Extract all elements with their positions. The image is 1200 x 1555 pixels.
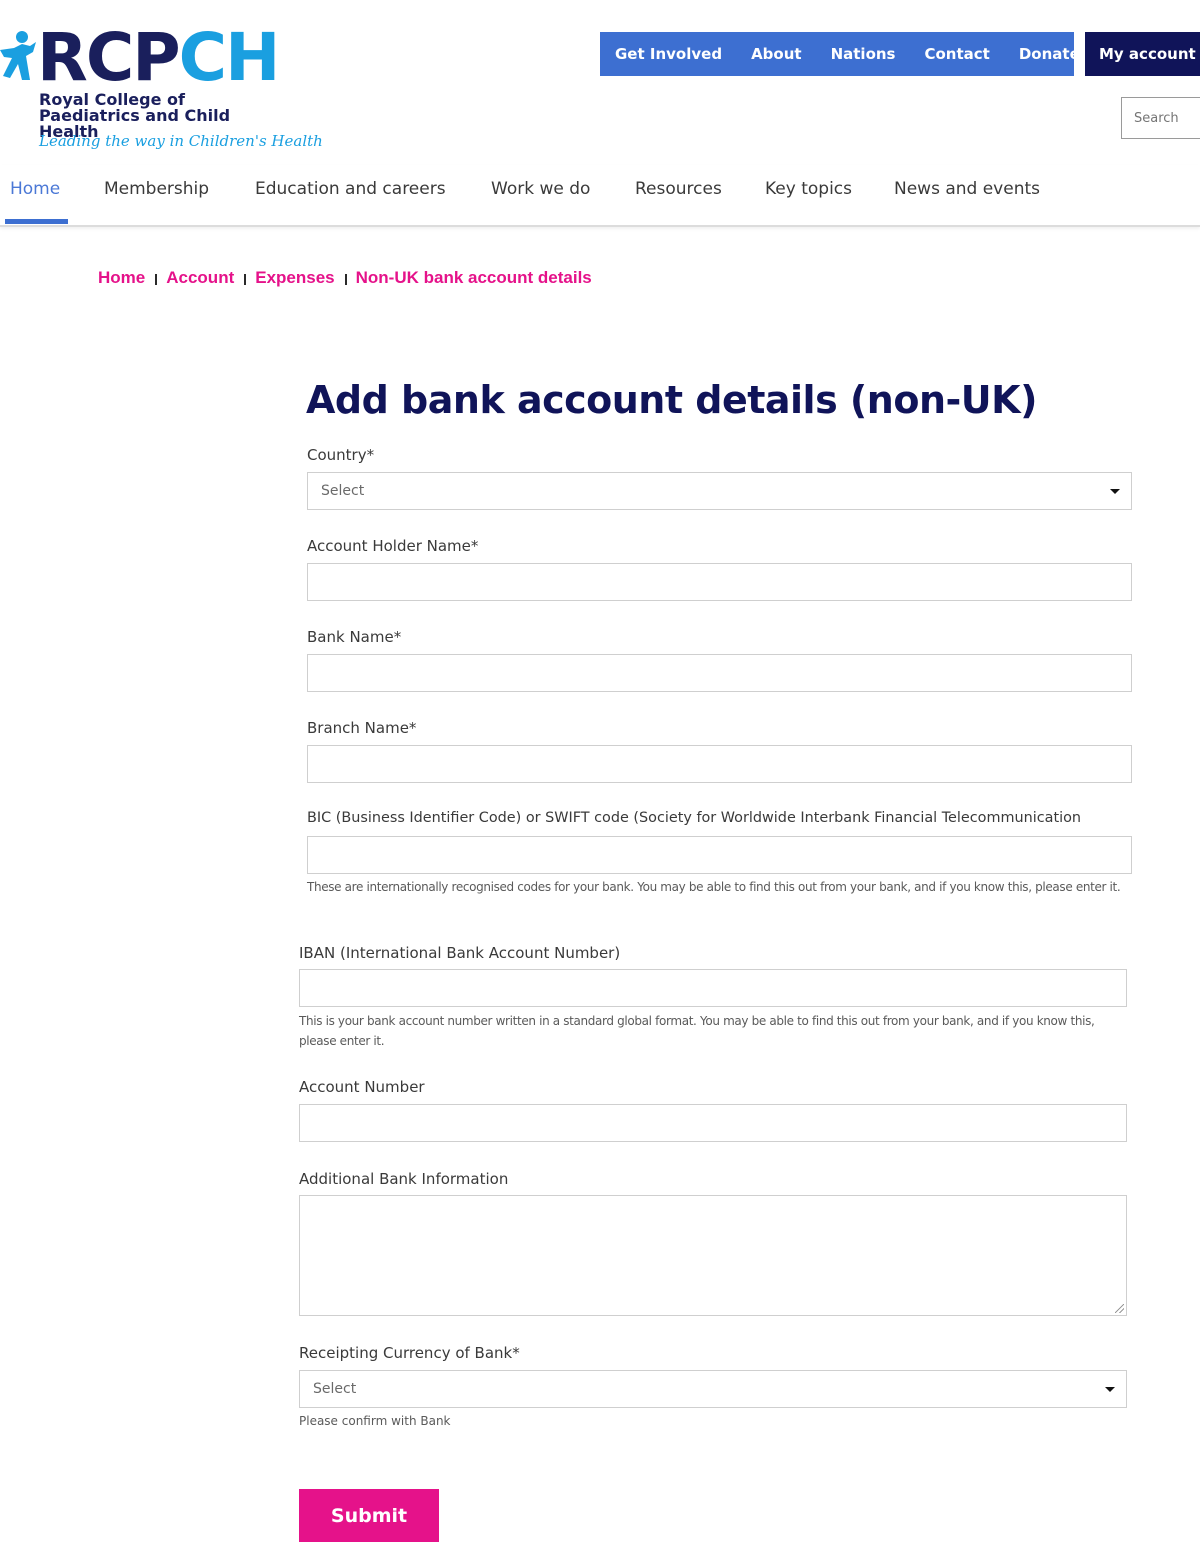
nav-item-key-topics[interactable]: Key topics <box>765 179 852 199</box>
util-link-donate[interactable]: Donate <box>1019 45 1080 63</box>
child-figure-icon <box>0 31 36 80</box>
active-nav-indicator <box>5 219 68 224</box>
nav-item-news-and-events[interactable]: News and events <box>894 179 1040 199</box>
breadcrumb-separator <box>344 273 347 285</box>
breadcrumb-current[interactable]: Non-UK bank account details <box>356 268 592 288</box>
util-link-contact[interactable]: Contact <box>924 45 989 63</box>
caret-down-icon <box>1110 489 1120 494</box>
search-input[interactable] <box>1121 97 1200 139</box>
bic-input[interactable] <box>307 836 1132 874</box>
breadcrumb-separator <box>155 273 158 285</box>
submit-button[interactable]: Submit <box>299 1489 439 1542</box>
logo-tagline: Leading the way in Children's Health <box>39 132 323 150</box>
currency-select[interactable]: Select <box>299 1370 1127 1408</box>
nav-item-work-we-do[interactable]: Work we do <box>491 179 590 199</box>
iban-hint: This is your bank account number written… <box>299 1014 1095 1048</box>
account-holder-input[interactable] <box>307 563 1132 601</box>
currency-select-value: Select <box>313 1381 357 1397</box>
page-title: Add bank account details (non-UK) <box>306 378 1037 422</box>
resize-grip-icon[interactable] <box>1115 1304 1124 1313</box>
bank-name-input[interactable] <box>307 654 1132 692</box>
util-link-get-involved[interactable]: Get Involved <box>615 45 722 63</box>
currency-label: Receipting Currency of Bank* <box>299 1344 520 1362</box>
additional-info-textarea[interactable] <box>299 1195 1127 1316</box>
country-select[interactable]: Select <box>307 472 1132 510</box>
bic-hint: These are internationally recognised cod… <box>307 880 1121 894</box>
utility-nav: Get Involved About Nations Contact Donat… <box>600 32 1080 76</box>
branch-name-label: Branch Name* <box>307 719 417 737</box>
rcpch-logo[interactable]: RCPCH Royal College of Paediatrics and C… <box>0 19 323 158</box>
logo-wordmark: RCPCH <box>37 19 280 96</box>
additional-info-label: Additional Bank Information <box>299 1170 509 1188</box>
util-link-about[interactable]: About <box>751 45 802 63</box>
nav-item-education-and-careers[interactable]: Education and careers <box>255 179 446 199</box>
bic-label: BIC (Business Identifier Code) or SWIFT … <box>307 810 1082 826</box>
main-nav: Home Membership Education and careers Wo… <box>0 165 1200 227</box>
caret-down-icon <box>1105 1387 1115 1392</box>
nav-item-membership[interactable]: Membership <box>104 179 209 199</box>
breadcrumb-separator <box>244 273 247 285</box>
account-number-label: Account Number <box>299 1078 425 1096</box>
breadcrumb-home[interactable]: Home <box>98 268 145 288</box>
country-select-value: Select <box>321 483 365 499</box>
country-label: Country* <box>307 446 375 464</box>
breadcrumb-expenses[interactable]: Expenses <box>255 268 334 288</box>
breadcrumb-account[interactable]: Account <box>166 268 234 288</box>
iban-input[interactable] <box>299 969 1127 1007</box>
account-number-input[interactable] <box>299 1104 1127 1142</box>
branch-name-input[interactable] <box>307 745 1132 783</box>
currency-hint: Please confirm with Bank <box>299 1414 451 1428</box>
nav-item-resources[interactable]: Resources <box>635 179 722 199</box>
bank-name-label: Bank Name* <box>307 628 402 646</box>
util-link-nations[interactable]: Nations <box>831 45 896 63</box>
my-account-button[interactable]: My account <box>1085 32 1200 76</box>
breadcrumb: Home Account Expenses Non-UK bank accoun… <box>98 268 592 288</box>
account-holder-label: Account Holder Name* <box>307 537 479 555</box>
iban-label: IBAN (International Bank Account Number) <box>299 944 621 962</box>
nav-item-home[interactable]: Home <box>10 179 60 199</box>
